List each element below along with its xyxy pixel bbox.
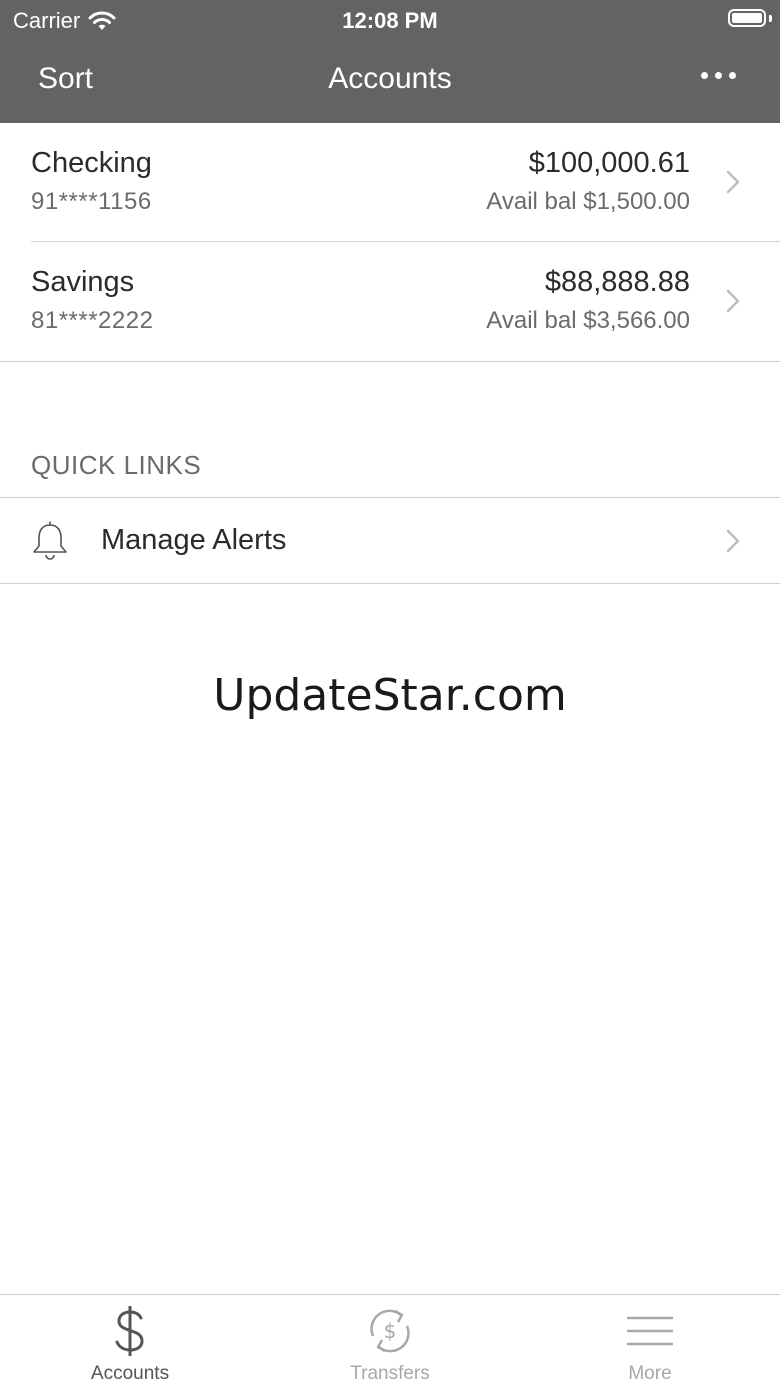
app-header: Carrier 12:08 PM Sort Accounts — [0, 0, 780, 123]
account-available-balance: Avail bal $1,500.00 — [486, 188, 690, 215]
sort-button[interactable]: Sort — [38, 62, 93, 96]
account-balance: $88,888.88 — [544, 266, 690, 298]
chevron-right-icon — [726, 289, 740, 313]
account-available-balance: Avail bal $3,566.00 — [486, 307, 690, 334]
tab-bar: Accounts $ Transfers More — [0, 1294, 780, 1388]
page-title: Accounts — [328, 62, 452, 95]
tab-label: Transfers — [350, 1363, 430, 1384]
dollar-icon — [0, 1303, 260, 1359]
status-time: 12:08 PM — [342, 8, 438, 33]
more-dots-icon[interactable] — [701, 72, 736, 79]
quick-links-bottom-divider — [0, 583, 780, 584]
account-number: 91****1156 — [31, 188, 152, 215]
account-balance: $100,000.61 — [528, 147, 690, 179]
battery-nub — [769, 15, 772, 22]
battery-icon — [728, 9, 766, 27]
account-row-savings[interactable]: Savings 81****2222 $88,888.88 Avail bal … — [0, 242, 780, 360]
tab-transfers[interactable]: $ Transfers — [260, 1295, 520, 1388]
chevron-right-icon — [726, 529, 740, 553]
account-name: Savings — [31, 266, 135, 298]
tab-accounts[interactable]: Accounts — [0, 1295, 260, 1388]
manage-alerts-label: Manage Alerts — [101, 524, 287, 556]
account-number: 81****2222 — [31, 307, 154, 334]
quick-links-header: QUICK LINKS — [31, 450, 202, 480]
watermark-text: UpdateStar.com — [213, 670, 567, 721]
tab-label: More — [628, 1363, 672, 1384]
bell-icon — [33, 521, 67, 560]
menu-lines-icon — [520, 1303, 780, 1359]
svg-text:$: $ — [384, 1319, 397, 1343]
chevron-right-icon — [726, 170, 740, 194]
transfer-dollar-icon: $ — [260, 1303, 520, 1359]
account-row-checking[interactable]: Checking 91****1156 $100,000.61 Avail ba… — [0, 123, 780, 241]
tab-label: Accounts — [90, 1363, 170, 1384]
accounts-bottom-divider — [0, 361, 780, 362]
manage-alerts-link[interactable]: Manage Alerts — [0, 498, 780, 583]
account-name: Checking — [31, 147, 152, 179]
tab-more[interactable]: More — [520, 1295, 780, 1388]
